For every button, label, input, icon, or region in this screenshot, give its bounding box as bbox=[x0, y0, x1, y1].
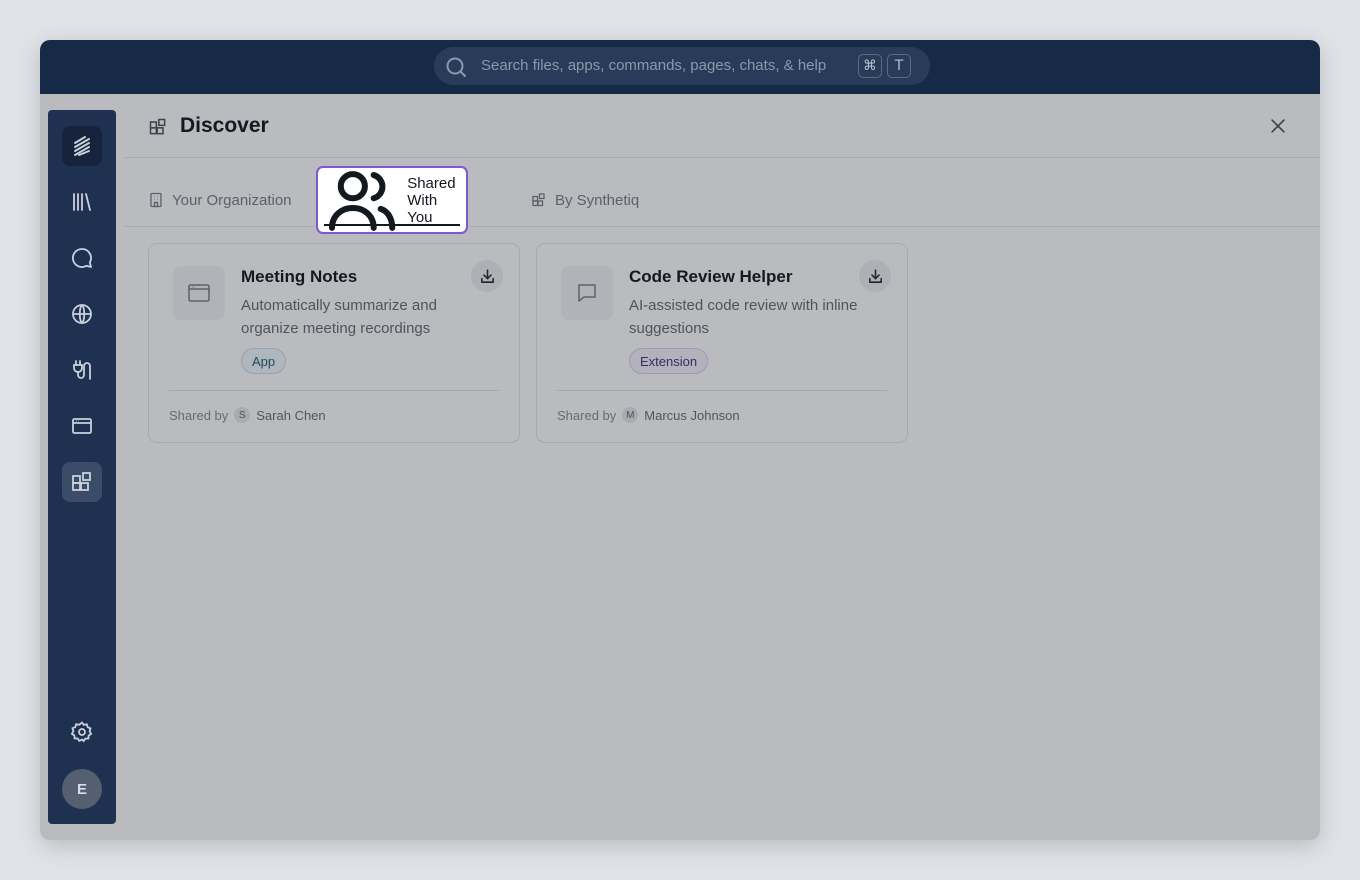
download-icon bbox=[480, 268, 494, 283]
download-icon bbox=[868, 268, 882, 283]
sidebar-item-web[interactable] bbox=[62, 294, 102, 334]
card-meeting-notes[interactable]: Meeting Notes Automatically summarize an… bbox=[148, 243, 520, 443]
close-icon[interactable] bbox=[1268, 116, 1288, 136]
chat-bubble-icon bbox=[578, 284, 596, 302]
card-divider bbox=[169, 390, 499, 391]
building-icon bbox=[150, 192, 162, 208]
sidebar-item-apps[interactable] bbox=[62, 406, 102, 446]
gear-icon bbox=[70, 721, 93, 743]
install-button[interactable] bbox=[859, 260, 891, 292]
top-bar: Search files, apps, commands, pages, cha… bbox=[40, 40, 1320, 94]
browser-window-icon bbox=[72, 418, 92, 434]
sidebar-item-settings[interactable] bbox=[62, 712, 102, 752]
shortcut-t-key: T bbox=[887, 54, 911, 78]
sidebar-item-library[interactable] bbox=[62, 182, 102, 222]
panel-header: Discover bbox=[124, 94, 1320, 158]
shared-by-row: Shared by S Sarah Chen bbox=[169, 407, 326, 423]
search-input[interactable]: Search files, apps, commands, pages, cha… bbox=[481, 57, 826, 74]
sidebar-item-discover[interactable] bbox=[62, 462, 102, 502]
sidebar-logo[interactable] bbox=[62, 126, 102, 166]
blocks-icon bbox=[149, 118, 166, 135]
tab-your-organization[interactable]: Your Organization bbox=[148, 166, 292, 234]
sharer-avatar: S bbox=[234, 407, 251, 423]
card-title: Meeting Notes bbox=[241, 267, 358, 286]
tab-shared-with-you[interactable]: Shared With You bbox=[316, 166, 468, 234]
library-icon bbox=[73, 193, 91, 211]
sharer-name: Sarah Chen bbox=[256, 407, 326, 423]
shortcut-cmd-key: ⌘ bbox=[858, 54, 882, 78]
active-tab-indicator bbox=[324, 224, 460, 226]
globe-icon bbox=[72, 304, 92, 324]
search-icon bbox=[446, 57, 466, 77]
app-window: Search files, apps, commands, pages, cha… bbox=[40, 40, 1320, 840]
card-icon-box bbox=[173, 266, 225, 320]
search-bar[interactable]: Search files, apps, commands, pages, cha… bbox=[434, 47, 930, 85]
card-description: AI-assisted code review with inline sugg… bbox=[629, 297, 858, 337]
plug-icon bbox=[73, 360, 91, 380]
shared-by-row: Shared by M Marcus Johnson bbox=[557, 407, 740, 423]
card-icon-box bbox=[561, 266, 613, 320]
tab-label: By Synthetiq bbox=[555, 191, 640, 209]
sidebar-item-connectors[interactable] bbox=[62, 350, 102, 390]
browser-window-icon bbox=[188, 284, 210, 302]
user-avatar[interactable]: E bbox=[62, 769, 102, 809]
card-description: Automatically summarize and organize mee… bbox=[241, 297, 437, 337]
blocks-icon bbox=[72, 472, 91, 491]
blocks-icon bbox=[532, 193, 545, 207]
shared-by-label: Shared by bbox=[169, 407, 229, 423]
chat-bubble-icon bbox=[72, 248, 92, 268]
sharer-name: Marcus Johnson bbox=[644, 407, 740, 423]
sharer-avatar: M bbox=[622, 407, 639, 423]
card-divider bbox=[557, 390, 887, 391]
page-title: Discover bbox=[180, 114, 269, 137]
install-button[interactable] bbox=[471, 260, 503, 292]
tab-label: Shared With You bbox=[407, 174, 456, 226]
stripes-logo-icon bbox=[74, 136, 90, 156]
sidebar-item-chat[interactable] bbox=[62, 238, 102, 278]
type-badge: App bbox=[241, 348, 287, 374]
tab-by-synthetiq[interactable]: By Synthetiq bbox=[531, 166, 639, 234]
card-title: Code Review Helper bbox=[629, 267, 793, 286]
tab-bar: Your Organization Shared With You By Syn… bbox=[124, 158, 1320, 234]
tab-label: Your Organization bbox=[172, 191, 292, 209]
shared-by-label: Shared by bbox=[557, 407, 617, 423]
card-code-review-helper[interactable]: Code Review Helper AI-assisted code revi… bbox=[536, 243, 908, 443]
type-badge: Extension bbox=[629, 348, 709, 374]
sidebar: E bbox=[48, 110, 116, 824]
